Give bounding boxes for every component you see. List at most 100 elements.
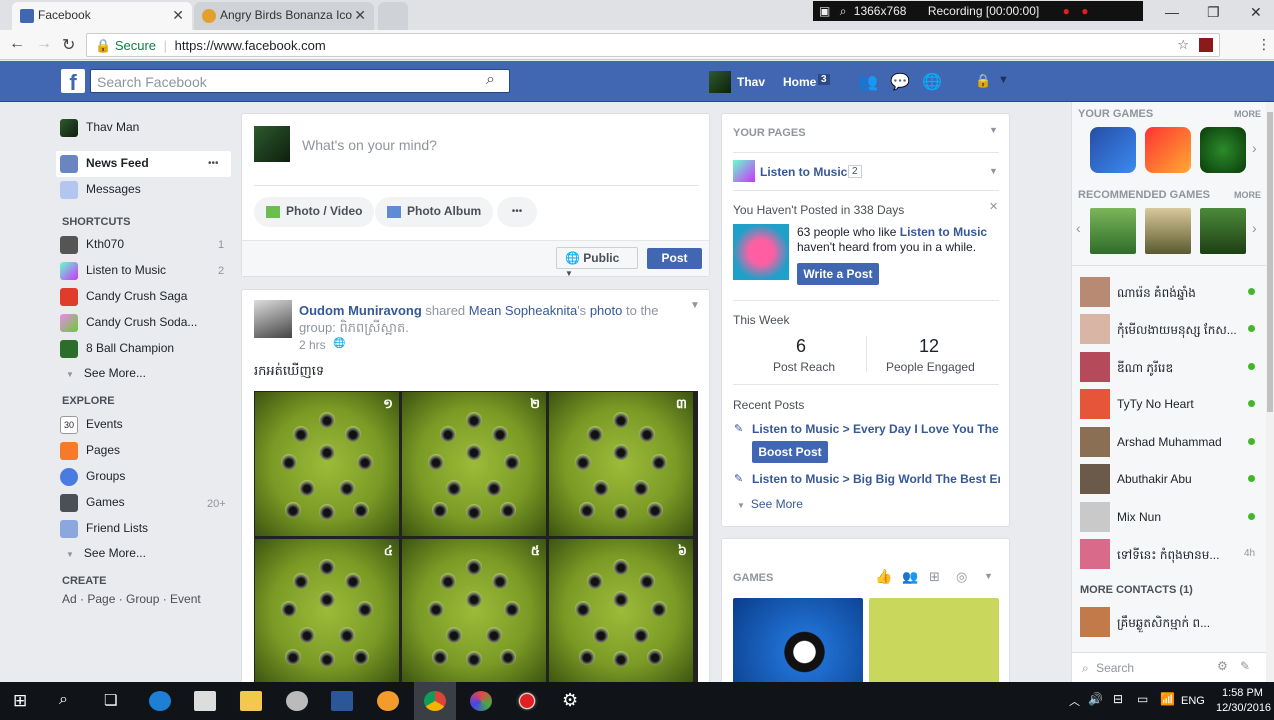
soccer-game-icon[interactable] bbox=[1090, 208, 1136, 254]
clock-date[interactable]: 12/30/2016 bbox=[1216, 702, 1271, 714]
sidebar-item-shortcut[interactable]: Listen to Music bbox=[60, 262, 166, 280]
battery-icon[interactable]: ▭ bbox=[1137, 692, 1148, 706]
close-window-icon[interactable]: ✕ bbox=[1250, 4, 1262, 21]
store-icon[interactable] bbox=[194, 691, 216, 711]
composer-more-button[interactable]: ••• bbox=[497, 197, 537, 227]
photo-album-button[interactable]: Photo Album bbox=[375, 197, 494, 227]
app-orange-icon[interactable] bbox=[377, 691, 399, 711]
back-icon[interactable]: ← bbox=[9, 35, 25, 53]
wifi-icon[interactable]: 📶 bbox=[1160, 692, 1175, 706]
home-link[interactable]: Home bbox=[783, 75, 816, 89]
language-indicator[interactable]: ENG bbox=[1181, 695, 1205, 707]
restore-icon[interactable]: ❐ bbox=[1207, 4, 1220, 21]
candy-crush-game-icon[interactable] bbox=[1145, 127, 1191, 173]
reload-icon[interactable]: ↻ bbox=[62, 35, 75, 55]
account-menu-icon[interactable]: ▼ bbox=[998, 74, 1009, 86]
chevron-down-icon[interactable]: ▼ bbox=[984, 571, 993, 581]
sidebar-item-shortcut[interactable]: Candy Crush Soda... bbox=[60, 314, 197, 332]
see-more-posts[interactable]: ▼ See More bbox=[737, 497, 803, 511]
sidebar-item-shortcut[interactable]: 8 Ball Champion bbox=[60, 340, 174, 358]
network-icon[interactable]: ⊟ bbox=[1113, 692, 1123, 706]
word-icon[interactable] bbox=[331, 691, 353, 711]
like-icon[interactable]: 👍 bbox=[875, 568, 892, 585]
url-input[interactable]: 🔒 Secure | https://www.facebook.com ☆ bbox=[86, 33, 1220, 57]
close-tab-icon[interactable]: ✕ bbox=[172, 7, 184, 24]
recorder-icon[interactable] bbox=[516, 691, 538, 711]
notifications-globe-icon[interactable]: 🌐 bbox=[922, 72, 942, 92]
menu-icon[interactable]: ⋮ bbox=[1257, 36, 1271, 53]
sidebar-item-shortcut[interactable]: Kth070 bbox=[60, 236, 124, 254]
search-icon[interactable]: ⌕ bbox=[59, 691, 68, 709]
post-author-link[interactable]: Oudom Muniravong bbox=[299, 303, 422, 318]
app-icon[interactable] bbox=[286, 691, 308, 711]
8-ball-pool-game-icon[interactable] bbox=[1090, 127, 1136, 173]
close-tab-icon[interactable]: ✕ bbox=[354, 7, 366, 24]
more-recommended-link[interactable]: MORE bbox=[1234, 190, 1261, 200]
gear-icon[interactable]: ⚙ bbox=[1217, 659, 1228, 673]
search-input[interactable]: Search Facebook ⌕ bbox=[90, 69, 510, 93]
chevron-down-icon[interactable]: ▼ bbox=[989, 125, 998, 135]
sidebar-item-groups[interactable]: Groups bbox=[60, 468, 125, 486]
sidebar-item-events[interactable]: 30 Events bbox=[60, 416, 123, 434]
new-tab-button[interactable] bbox=[378, 2, 408, 30]
sidebar-item-shortcut[interactable]: Candy Crush Saga bbox=[60, 288, 187, 306]
chevron-right-icon[interactable]: › bbox=[1252, 220, 1257, 236]
post-photo-grid[interactable]: ១ ២ ៣ ៤ ៥ ៦ bbox=[254, 391, 698, 688]
friends-icon[interactable]: 👥 bbox=[902, 569, 918, 585]
gift-icon[interactable]: ⊞ bbox=[929, 569, 940, 585]
chevron-down-icon[interactable]: ▼ bbox=[989, 166, 998, 176]
search-icon[interactable]: ⌕ bbox=[486, 71, 495, 89]
8-ball-game-tile[interactable] bbox=[733, 598, 863, 688]
close-icon[interactable]: ✕ bbox=[989, 200, 998, 213]
friend-requests-icon[interactable]: 👥 bbox=[858, 72, 878, 92]
extension-icon[interactable] bbox=[1199, 38, 1213, 52]
recent-post-link[interactable]: Listen to Music > Big Big World The Best… bbox=[752, 472, 1000, 486]
see-more-shortcuts[interactable]: ▼ See More... bbox=[66, 366, 146, 380]
post-timestamp[interactable]: 2 hrs bbox=[299, 338, 326, 352]
soccer-game-icon[interactable] bbox=[1145, 208, 1191, 254]
record-dot-icon[interactable]: ● bbox=[1063, 4, 1070, 18]
chat-search-input[interactable]: ⌕ Search ⚙ ✎ bbox=[1072, 652, 1274, 682]
page-thumbnail[interactable] bbox=[733, 160, 755, 182]
new-message-icon[interactable]: ✎ bbox=[1240, 659, 1250, 673]
settings-gear-icon[interactable]: ⚙ bbox=[562, 690, 578, 711]
more-games-link[interactable]: MORE bbox=[1234, 109, 1261, 119]
task-view-icon[interactable]: ❏ bbox=[104, 691, 117, 709]
page-scrollbar[interactable] bbox=[1266, 102, 1274, 682]
sidebar-item-games[interactable]: Games bbox=[60, 494, 125, 512]
windows-start-icon[interactable]: ⊞ bbox=[13, 691, 27, 711]
sidebar-item-messages[interactable]: Messages bbox=[60, 181, 141, 199]
8-ball-champion-game-icon[interactable] bbox=[1200, 127, 1246, 173]
left-nav-profile[interactable]: Thav Man bbox=[60, 119, 139, 137]
privacy-shortcuts-icon[interactable]: 🔒 bbox=[975, 73, 991, 89]
show-hidden-icons[interactable]: ︿ bbox=[1069, 693, 1080, 709]
soccer-game-tile[interactable] bbox=[869, 598, 999, 688]
record-dot-icon[interactable]: ● bbox=[1081, 4, 1088, 18]
file-explorer-icon[interactable] bbox=[240, 691, 262, 711]
like-page-link[interactable]: Listen to Music bbox=[900, 225, 987, 239]
messenger-icon[interactable]: ◎ bbox=[956, 569, 967, 585]
star-icon[interactable]: ☆ bbox=[1177, 37, 1189, 53]
post-options-chevron-icon[interactable]: ▼ bbox=[690, 300, 700, 311]
photo-link[interactable]: photo bbox=[590, 303, 623, 318]
soccer-game-icon[interactable] bbox=[1200, 208, 1246, 254]
media-icon[interactable] bbox=[470, 691, 492, 711]
messages-icon[interactable]: 💬 bbox=[890, 72, 910, 92]
write-a-post-button[interactable]: Write a Post bbox=[797, 263, 879, 285]
status-input[interactable]: What's on your mind? bbox=[302, 137, 437, 153]
tab-facebook[interactable]: Facebook ✕ bbox=[12, 2, 192, 30]
volume-icon[interactable]: 🔊 bbox=[1088, 692, 1103, 706]
avatar[interactable] bbox=[254, 300, 292, 338]
chevron-left-icon[interactable]: ‹ bbox=[1076, 220, 1081, 236]
page-name-link[interactable]: Listen to Music bbox=[760, 165, 847, 179]
minimize-icon[interactable]: — bbox=[1165, 4, 1179, 20]
post-button[interactable]: Post bbox=[647, 248, 702, 269]
recent-post-link[interactable]: Listen to Music > Every Day I Love You T… bbox=[752, 422, 1000, 436]
scrollbar-thumb[interactable] bbox=[1267, 112, 1273, 412]
profile-link[interactable]: Thav bbox=[737, 75, 765, 89]
original-author-link[interactable]: Mean Sopheaknita bbox=[469, 303, 577, 318]
tab-angry-birds[interactable]: Angry Birds Bonanza Ico ✕ bbox=[194, 2, 374, 30]
sidebar-item-news-feed[interactable]: News Feed bbox=[60, 155, 149, 173]
chevron-right-icon[interactable]: › bbox=[1252, 140, 1257, 156]
boost-post-button[interactable]: Boost Post bbox=[752, 441, 828, 463]
